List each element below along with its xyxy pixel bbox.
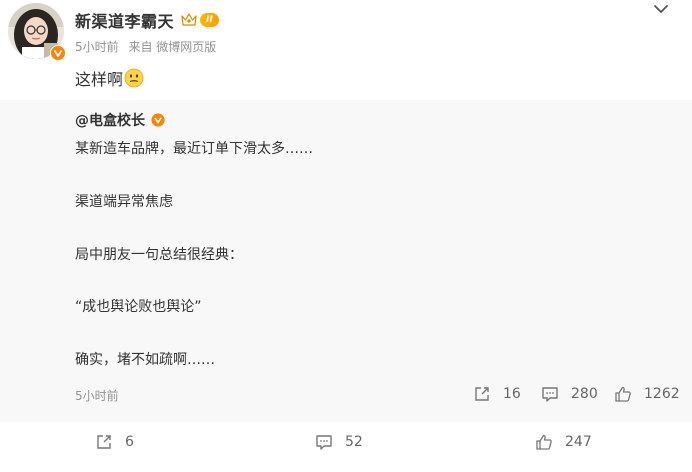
original-text-line: 渠道端异常焦虑 [75, 194, 173, 210]
share-icon [475, 387, 489, 401]
chevron-down-icon[interactable] [652, 2, 670, 16]
original-text-line: “成也舆论败也舆论” [75, 299, 202, 315]
post-text-content: 这样啊 [75, 70, 124, 89]
thumbs-up-icon [615, 386, 631, 402]
thinking-face-emoji [124, 68, 144, 88]
post-text: 这样啊 [75, 66, 144, 90]
like-count: 247 [565, 434, 592, 450]
original-text-line: 确实，堵不如疏啊…… [75, 352, 215, 368]
post-meta: 5小时前 来自 微博网页版 [75, 38, 222, 55]
original-share-count: 16 [503, 386, 521, 402]
original-like-count: 1262 [644, 386, 680, 402]
verified-badge-icon [50, 45, 66, 61]
comment-button[interactable]: 52 [315, 433, 363, 451]
user-name[interactable]: 新渠道李霸天 [75, 8, 174, 32]
level-badge[interactable]: II [200, 13, 219, 27]
user-name-row: 新渠道李霸天 II [75, 8, 219, 32]
share-count: 6 [125, 434, 134, 450]
original-text-line: 某新造车品牌，最近订单下滑太多…… [75, 141, 313, 157]
original-post-time[interactable]: 5小时前 [75, 387, 119, 404]
original-author-name[interactable]: @电盒校长 [75, 110, 145, 130]
original-comment-button[interactable]: 280 [541, 385, 598, 403]
comment-icon [542, 387, 558, 402]
original-text-line: 局中朋友一句总结很经典： [75, 247, 243, 263]
weibo-post-card: 新渠道李霸天 II 5小时前 来自 微博网页版 这样啊 @电盒校长 某新造车品牌… [0, 0, 692, 472]
like-button[interactable]: 247 [535, 433, 592, 451]
original-comment-count: 280 [571, 386, 598, 402]
share-button[interactable]: 6 [95, 433, 134, 451]
post-time[interactable]: 5小时前 [75, 40, 119, 54]
repost-block[interactable]: @电盒校长 某新造车品牌，最近订单下滑太多…… 渠道端异常焦虑 局中朋友一句总结… [0, 100, 692, 422]
avatar[interactable] [8, 3, 66, 61]
comment-icon [316, 435, 332, 450]
share-icon [97, 435, 111, 449]
crown-icon[interactable] [180, 12, 198, 28]
original-share-button[interactable]: 16 [473, 385, 521, 403]
thumbs-up-icon [536, 434, 552, 450]
original-like-button[interactable]: 1262 [614, 385, 680, 403]
post-source: 来自 微博网页版 [128, 40, 217, 54]
comment-count: 52 [345, 434, 363, 450]
verified-badge-icon [151, 113, 165, 127]
original-author: @电盒校长 [75, 110, 165, 130]
